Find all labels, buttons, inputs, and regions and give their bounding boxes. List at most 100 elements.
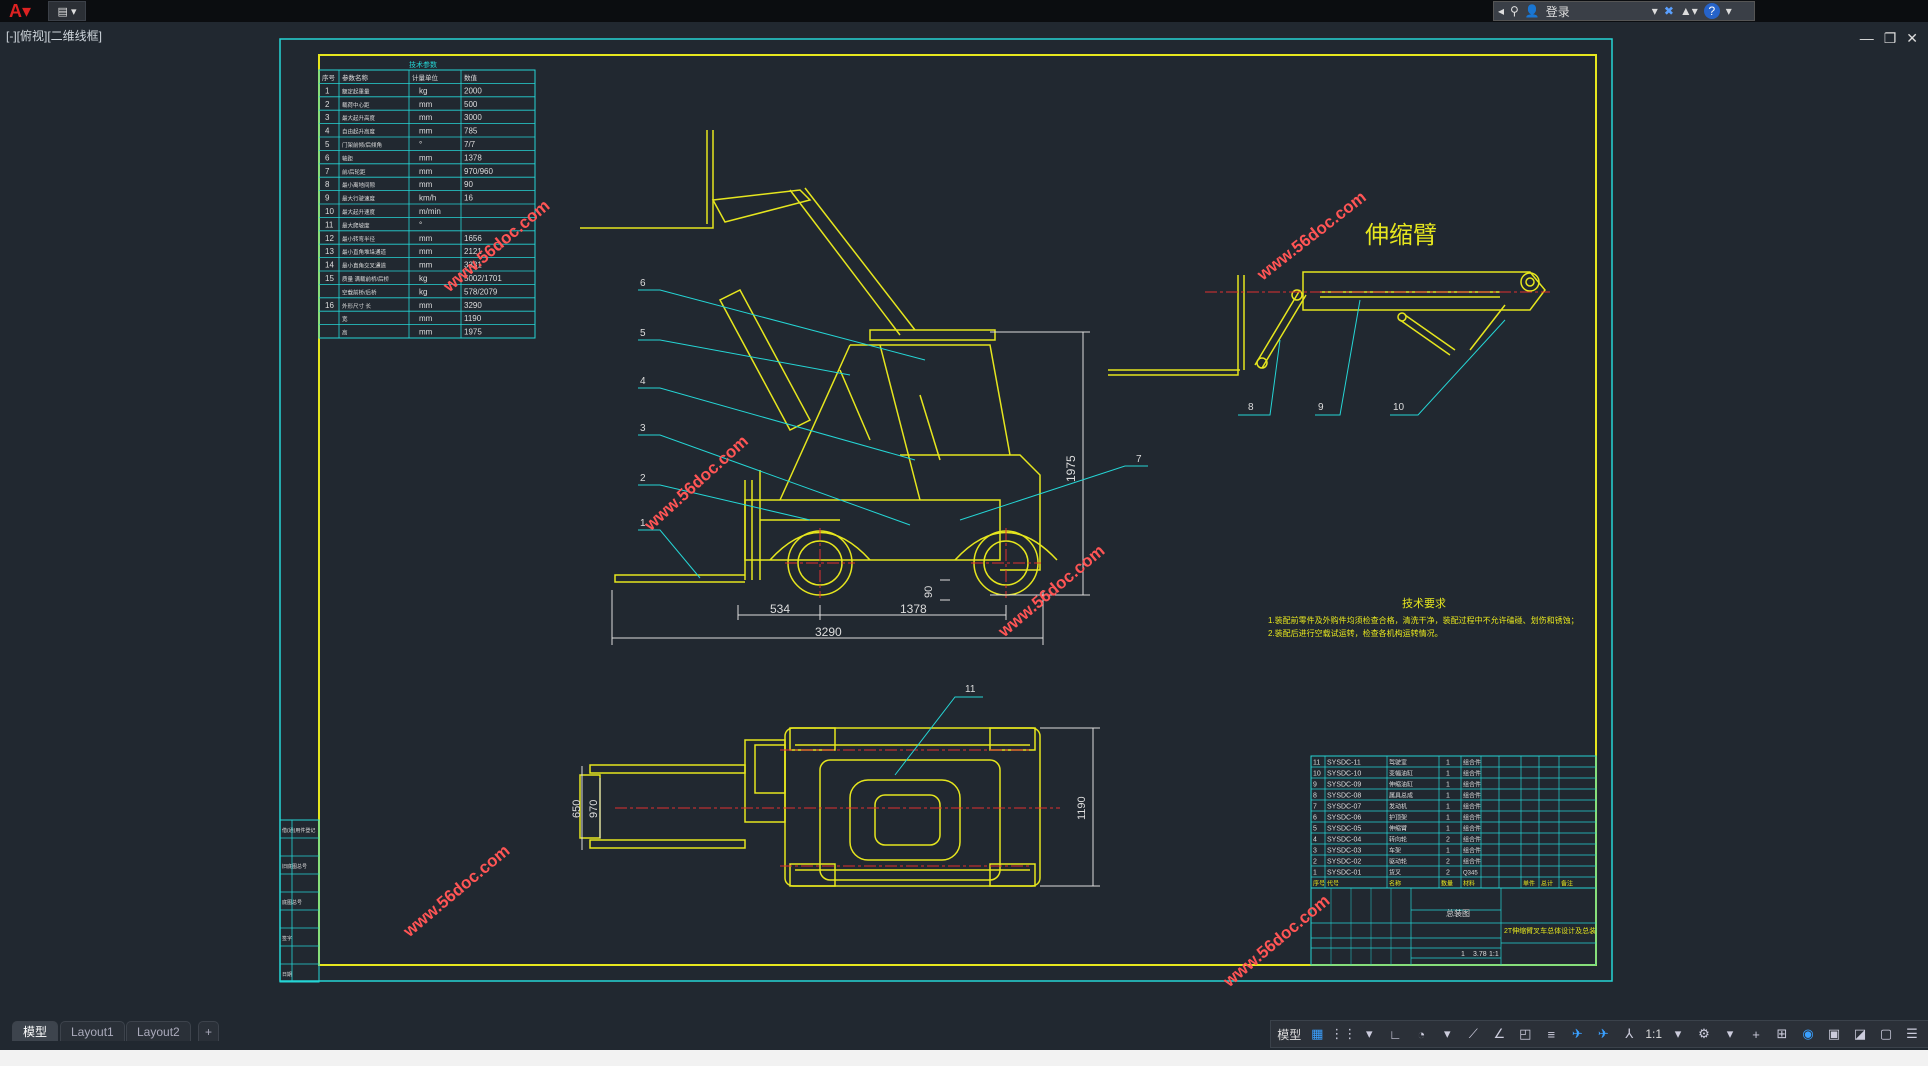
quick-access-icon[interactable]: ▤ ▾ bbox=[48, 1, 86, 21]
stay-connected-icon[interactable]: ▲▾ bbox=[1680, 4, 1698, 18]
login-link[interactable]: 登录 bbox=[1546, 3, 1570, 20]
param-row-value: 578/2079 bbox=[464, 287, 498, 296]
param-row-name: 自由起升高度 bbox=[342, 128, 376, 136]
title-block-scale: 1:1 bbox=[1489, 951, 1499, 958]
param-row-no: 15 bbox=[325, 274, 334, 283]
parts-row-code: SYSDC-02 bbox=[1327, 859, 1361, 866]
workspace-gear-icon[interactable]: ⚙ bbox=[1694, 1025, 1714, 1043]
quick-properties-icon[interactable]: ◉ bbox=[1798, 1025, 1818, 1043]
binoculars-icon[interactable]: ⚲ bbox=[1510, 4, 1519, 18]
parts-row-name: 护顶架 bbox=[1389, 814, 1407, 822]
parts-header: 名称 bbox=[1389, 880, 1401, 888]
parts-row-material: 组合件 bbox=[1463, 847, 1481, 855]
callout-3: 3 bbox=[640, 423, 646, 434]
search-arrow-icon[interactable]: ◂ bbox=[1498, 4, 1504, 18]
parts-row-no: 3 bbox=[1313, 848, 1317, 855]
telescopic-leaders bbox=[1238, 299, 1506, 416]
tab-model[interactable]: 模型 bbox=[12, 1021, 59, 1041]
param-row-value: 2000 bbox=[464, 86, 482, 95]
polar-icon[interactable]: ◔ bbox=[1411, 1025, 1431, 1043]
units-icon[interactable]: ⊞ bbox=[1772, 1025, 1792, 1043]
parts-row-no: 2 bbox=[1313, 859, 1317, 866]
parts-header: 备注 bbox=[1561, 880, 1573, 888]
workspace-dropdown-icon[interactable]: ▾ bbox=[1720, 1025, 1740, 1043]
parts-row-qty: 1 bbox=[1446, 771, 1450, 778]
callout-7: 7 bbox=[1136, 454, 1142, 465]
param-row-no: 3 bbox=[325, 113, 330, 122]
param-row-unit: ° bbox=[419, 220, 422, 229]
callout-4: 4 bbox=[640, 376, 646, 387]
login-dropdown-icon[interactable]: ▾ bbox=[1652, 4, 1658, 18]
auto-scale-icon[interactable]: ✈ bbox=[1593, 1025, 1613, 1043]
param-row-unit: kg bbox=[419, 86, 427, 95]
dim-3290: 3290 bbox=[815, 625, 842, 639]
parts-row-name: 伸缩油缸 bbox=[1389, 781, 1413, 789]
exchange-icon[interactable]: ✖ bbox=[1664, 4, 1674, 18]
object-snap-tracking-icon[interactable]: ∠ bbox=[1489, 1025, 1509, 1043]
param-row-unit: mm bbox=[419, 247, 433, 256]
ortho-icon[interactable]: ∟ bbox=[1385, 1025, 1405, 1043]
help-icon[interactable]: ? bbox=[1703, 3, 1720, 19]
object-snap-icon[interactable]: ◰ bbox=[1515, 1025, 1535, 1043]
parts-row-code: SYSDC-08 bbox=[1327, 793, 1361, 800]
help-dropdown-icon[interactable]: ▾ bbox=[1726, 4, 1732, 18]
tab-layout1[interactable]: Layout1 bbox=[60, 1021, 125, 1041]
forklift-top-view bbox=[579, 727, 1041, 887]
graphics-performance-icon[interactable]: ▣ bbox=[1824, 1025, 1844, 1043]
param-row-unit: mm bbox=[419, 167, 433, 176]
parts-header: 材料 bbox=[1463, 880, 1475, 888]
parts-row-qty: 1 bbox=[1446, 804, 1450, 811]
param-row-no: 2 bbox=[325, 100, 330, 109]
parts-row-qty: 1 bbox=[1446, 793, 1450, 800]
polar-dropdown-icon[interactable]: ▾ bbox=[1437, 1025, 1457, 1043]
tab-layout2[interactable]: Layout2 bbox=[126, 1021, 191, 1041]
annotation-visibility-icon[interactable]: ✈ bbox=[1567, 1025, 1587, 1043]
param-row-no: 9 bbox=[325, 194, 330, 203]
scale-dropdown-icon[interactable]: ▾ bbox=[1668, 1025, 1688, 1043]
parts-row-material: 组合件 bbox=[1463, 814, 1481, 822]
parts-row-material: 组合件 bbox=[1463, 770, 1481, 778]
user-icon[interactable]: 👤 bbox=[1525, 4, 1540, 18]
outer-frame bbox=[279, 38, 1613, 982]
isolate-objects-icon[interactable]: ◪ bbox=[1850, 1025, 1870, 1043]
param-row-no: 13 bbox=[325, 247, 334, 256]
param-row-unit: mm bbox=[419, 314, 433, 323]
param-row-unit: mm bbox=[419, 100, 433, 109]
param-row-unit: km/h bbox=[419, 194, 436, 203]
grid-icon[interactable]: ▦ bbox=[1307, 1025, 1327, 1043]
model-space-button[interactable]: 模型 bbox=[1277, 1026, 1301, 1043]
param-row-name: 最小转弯半径 bbox=[342, 235, 376, 243]
parts-row-code: SYSDC-09 bbox=[1327, 782, 1361, 789]
isodraft-icon[interactable]: ⟋ bbox=[1463, 1025, 1483, 1043]
autocad-logo-icon[interactable]: A ▾ bbox=[1, 1, 39, 21]
parts-row-name: 货叉 bbox=[1389, 869, 1401, 877]
dim-1190: 1190 bbox=[1076, 796, 1088, 820]
parts-row-material: 组合件 bbox=[1463, 759, 1481, 767]
parts-row-qty: 1 bbox=[1446, 848, 1450, 855]
add-layout-button[interactable]: + bbox=[198, 1021, 220, 1041]
parts-row-no: 9 bbox=[1313, 782, 1317, 789]
title-block-drawing-title: 2T伸缩臂叉车总体设计及总装 bbox=[1504, 926, 1596, 935]
tech-req-line-2: 2.装配后进行空载试运转，检查各机构运转情况。 bbox=[1268, 628, 1443, 638]
param-row-unit: mm bbox=[419, 328, 433, 337]
parts-list: 11 SYSDC-11 驾驶室 1 组合件10 SYSDC-10 变幅油缸 1 组合件9 SYSD… bbox=[1310, 755, 1597, 889]
param-row-value: 16 bbox=[464, 194, 473, 203]
param-row-name: 最小直角堆垛通道 bbox=[342, 248, 387, 256]
top-view-leader bbox=[894, 696, 983, 776]
annotation-scale-value[interactable]: 1:1 bbox=[1645, 1027, 1662, 1041]
annotation-scale-icon[interactable]: ⅄ bbox=[1619, 1025, 1639, 1043]
customization-icon[interactable]: ☰ bbox=[1902, 1025, 1922, 1043]
parts-header: 总计 bbox=[1541, 880, 1553, 888]
watermark-text: www.56doc.com bbox=[1219, 891, 1334, 991]
parts-row-name: 驾驶室 bbox=[1389, 759, 1407, 767]
param-row-name: 最大爬坡度 bbox=[342, 221, 370, 229]
drawing-canvas[interactable]: 借(通)用件登记旧底图总号底图总号签字日期 技术参数序号参数名称计量单位数值1额… bbox=[0, 22, 1928, 1016]
annotation-monitor-icon[interactable]: + bbox=[1746, 1025, 1766, 1043]
param-row-no: 5 bbox=[325, 140, 330, 149]
parts-row-no: 10 bbox=[1313, 771, 1321, 778]
param-row-no: 1 bbox=[325, 86, 330, 95]
lineweight-icon[interactable]: ≡ bbox=[1541, 1025, 1561, 1043]
snap-dropdown-icon[interactable]: ▾ bbox=[1359, 1025, 1379, 1043]
clean-screen-icon[interactable]: ▢ bbox=[1876, 1025, 1896, 1043]
snap-icon[interactable]: ⋮⋮ bbox=[1330, 1025, 1356, 1043]
